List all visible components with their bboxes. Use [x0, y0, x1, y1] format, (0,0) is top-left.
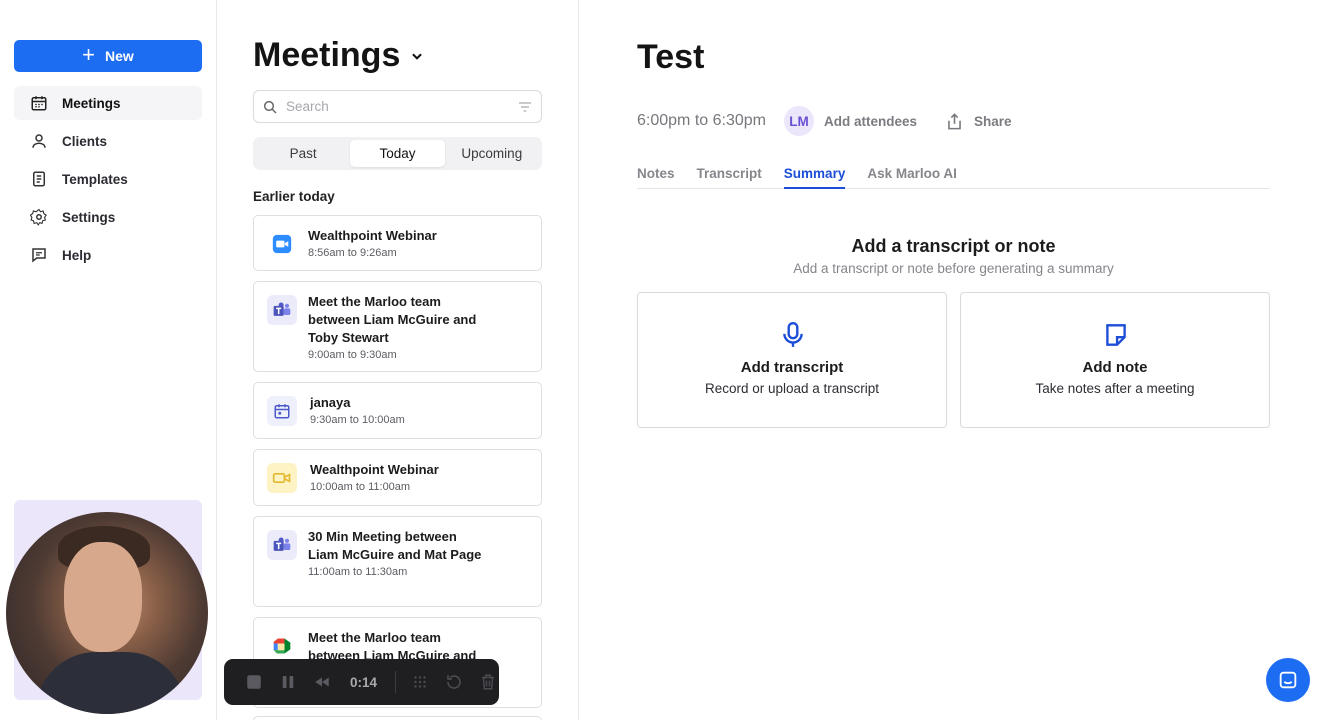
- recording-timer: 0:14: [350, 674, 378, 690]
- page-title: Meetings: [253, 36, 401, 74]
- meeting-title: Meet the Marloo team between Liam McGuir…: [308, 294, 477, 345]
- dots-grid-icon: [414, 676, 426, 688]
- sidebar-item-label: Clients: [62, 133, 108, 149]
- tab-notes[interactable]: Notes: [637, 160, 675, 189]
- document-icon: [33, 171, 45, 187]
- empty-state-title: Add a transcript or note: [851, 236, 1056, 256]
- search-box: [253, 90, 542, 123]
- calendar-icon: [31, 96, 47, 111]
- sidebar-item-label: Help: [62, 247, 92, 263]
- new-button-label: New: [105, 48, 134, 64]
- sidebar-item-help[interactable]: Help: [14, 238, 202, 272]
- meeting-time: 11:00am to 11:30am: [308, 566, 408, 578]
- sidebar-item-label: Settings: [62, 209, 116, 225]
- zoom-icon: [267, 229, 297, 259]
- tab-today[interactable]: Today: [350, 140, 445, 167]
- microphone-icon: [783, 321, 803, 347]
- add-attendees-button[interactable]: Add attendees: [824, 114, 917, 129]
- empty-state-subtitle: Add a transcript or note before generati…: [793, 261, 1114, 276]
- meeting-title: Wealthpoint Webinar: [310, 462, 439, 477]
- plus-icon: +: [82, 42, 96, 67]
- tab-past[interactable]: Past: [256, 140, 350, 167]
- avatar[interactable]: LM: [783, 106, 814, 136]
- share-label: Share: [974, 113, 1012, 129]
- add-transcript-button[interactable]: Add transcript Record or upload a transc…: [637, 292, 947, 428]
- sidebar-item-meetings[interactable]: Meetings: [14, 86, 202, 120]
- meeting-time-range[interactable]: 6:00pm to 6:30pm: [637, 112, 766, 130]
- section-label: Earlier today: [253, 189, 335, 204]
- share-button[interactable]: Share: [945, 112, 1012, 131]
- gear-icon: [30, 208, 47, 226]
- meetings-title-dropdown[interactable]: Meetings: [253, 36, 424, 75]
- sidebar-item-label: Templates: [62, 171, 128, 187]
- recording-controls: 0:14: [224, 659, 499, 705]
- meeting-card[interactable]: 30 Min Meeting between Liam McGuire and …: [253, 516, 542, 607]
- restart-button[interactable]: [444, 672, 464, 692]
- google-meet-icon: [267, 631, 297, 661]
- sidebar-item-settings[interactable]: Settings: [14, 200, 202, 234]
- meeting-card[interactable]: janaya 9:30am to 10:00am: [253, 382, 542, 439]
- teams-icon: [267, 295, 297, 325]
- webcam-bubble[interactable]: [6, 512, 208, 714]
- tab-ask-marloo-ai[interactable]: Ask Marloo AI: [867, 160, 957, 189]
- video-icon: [267, 463, 297, 493]
- meeting-time: 9:00am to 9:30am: [308, 349, 397, 361]
- chat-icon: [1279, 671, 1297, 689]
- meeting-card[interactable]: Wealthpoint Webinar 8:56am to 9:26am: [253, 215, 542, 271]
- user-icon: [32, 134, 46, 148]
- tab-summary[interactable]: Summary: [783, 160, 846, 189]
- meeting-detail: Test 6:00pm to 6:30pm LM Add attendees S…: [589, 0, 1329, 720]
- filter-icon[interactable]: [517, 99, 533, 115]
- trash-icon: [482, 674, 495, 690]
- sidebar-item-clients[interactable]: Clients: [14, 124, 202, 158]
- meeting-detail-title[interactable]: Test: [637, 38, 704, 77]
- meetings-list-panel: Meetings Past Today Upcoming Earlier tod…: [218, 0, 579, 720]
- pause-button[interactable]: [278, 672, 298, 692]
- meeting-title: 30 Min Meeting between Liam McGuire and …: [308, 529, 482, 562]
- add-transcript-title: Add transcript: [740, 359, 844, 376]
- meeting-card[interactable]: [253, 716, 542, 720]
- meeting-title: janaya: [310, 395, 351, 410]
- teams-icon: [267, 530, 297, 560]
- chat-bubble-icon: [32, 248, 46, 263]
- pause-icon: [282, 676, 294, 688]
- meeting-title: Wealthpoint Webinar: [308, 228, 437, 243]
- add-note-button[interactable]: Add note Take notes after a meeting: [960, 292, 1270, 428]
- meeting-card[interactable]: Wealthpoint Webinar 10:00am to 11:00am: [253, 449, 542, 506]
- time-filter-tabs: Past Today Upcoming: [253, 137, 542, 170]
- rewind-button[interactable]: [312, 672, 332, 692]
- rewind-icon: [315, 677, 329, 687]
- add-note-title: Add note: [1082, 359, 1148, 376]
- tab-upcoming[interactable]: Upcoming: [445, 140, 539, 167]
- meeting-time: 10:00am to 11:00am: [310, 481, 411, 493]
- meeting-time: 9:30am to 10:00am: [310, 414, 405, 426]
- search-icon: [263, 100, 277, 114]
- share-icon: [948, 112, 961, 129]
- meeting-time: 8:56am to 9:26am: [308, 247, 397, 259]
- new-button[interactable]: + New: [14, 40, 202, 72]
- restart-icon: [447, 675, 461, 689]
- delete-button[interactable]: [478, 672, 498, 692]
- calendar-icon: [267, 396, 297, 426]
- add-transcript-subtitle: Record or upload a transcript: [704, 381, 880, 396]
- sidebar-nav: Meetings Clients Templates Settings Help: [14, 86, 202, 276]
- support-chat-button[interactable]: [1266, 658, 1310, 702]
- meeting-meta: 6:00pm to 6:30pm LM Add attendees Share: [637, 104, 1012, 138]
- stop-icon: [247, 675, 261, 689]
- meeting-card[interactable]: Meet the Marloo team between Liam McGuir…: [253, 281, 542, 372]
- stop-button[interactable]: [244, 672, 264, 692]
- note-icon: [1106, 324, 1126, 346]
- detail-tabs: Notes Transcript Summary Ask Marloo AI: [637, 160, 1270, 189]
- sidebar-item-templates[interactable]: Templates: [14, 162, 202, 196]
- add-note-subtitle: Take notes after a meeting: [1035, 381, 1195, 396]
- tab-transcript[interactable]: Transcript: [697, 160, 762, 189]
- grid-button[interactable]: [410, 672, 430, 692]
- search-input[interactable]: [286, 99, 509, 114]
- sidebar-item-label: Meetings: [62, 95, 121, 111]
- chevron-down-icon: [412, 53, 423, 60]
